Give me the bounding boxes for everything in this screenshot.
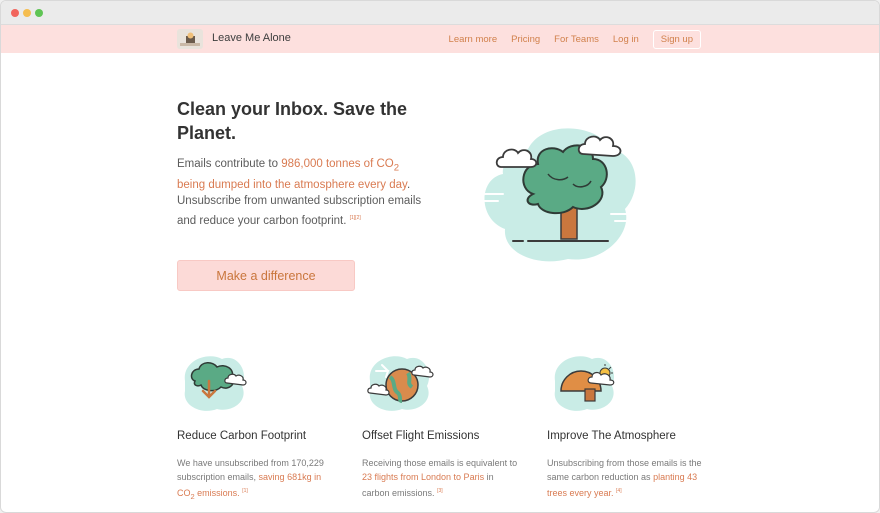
logo-icon[interactable]	[177, 29, 203, 49]
minimize-window-icon[interactable]	[23, 9, 31, 17]
feature-reduce-carbon: Reduce Carbon Footprint We have unsubscr…	[177, 351, 337, 504]
brand-name[interactable]: Leave Me Alone	[212, 32, 291, 44]
feature-citation[interactable]: [1]	[242, 488, 248, 494]
feature-description: Unsubscribing from those emails is the s…	[547, 458, 702, 498]
feature-title: Improve The Atmosphere	[547, 430, 676, 442]
feature-description: Receiving those emails is equivalent to …	[362, 458, 518, 498]
hero-title: Clean your Inbox. Save the Planet.	[177, 99, 408, 143]
browser-window: Leave Me Alone Learn more Pricing For Te…	[0, 0, 880, 513]
tree-clouds-illustration	[473, 119, 643, 269]
window-titlebar	[1, 1, 879, 25]
feature-citation[interactable]: [3]	[437, 488, 443, 494]
feature-title: Offset Flight Emissions	[362, 430, 480, 442]
signup-button[interactable]: Sign up	[652, 29, 701, 49]
nav-log-in[interactable]: Log in	[613, 34, 639, 45]
hero-description: Emails contribute to 986,000 tonnes of C…	[177, 156, 422, 229]
nav-for-teams[interactable]: For Teams	[554, 34, 599, 45]
feature-title: Reduce Carbon Footprint	[177, 430, 307, 442]
feature-flights-link[interactable]: 23 flights from London to Paris	[362, 472, 484, 482]
tree-download-icon	[177, 351, 252, 416]
nav-learn-more[interactable]: Learn more	[449, 34, 498, 45]
close-window-icon[interactable]	[11, 9, 19, 17]
make-a-difference-button[interactable]: Make a difference	[177, 260, 355, 291]
hero-text-prefix: Emails contribute to	[177, 158, 282, 170]
globe-plane-icon	[362, 351, 437, 416]
feature-citation[interactable]: [4]	[616, 488, 622, 494]
nav-pricing[interactable]: Pricing	[511, 34, 540, 45]
maximize-window-icon[interactable]	[35, 9, 43, 17]
weather-sun-icon	[547, 351, 622, 416]
feature-improve-atmosphere: Improve The Atmosphere Unsubscribing fro…	[547, 351, 707, 500]
feature-description: We have unsubscribed from 170,229 subscr…	[177, 458, 324, 501]
feature-offset-flights: Offset Flight Emissions Receiving those …	[362, 351, 522, 500]
hero-citation[interactable]: [1][2]	[350, 215, 361, 221]
nav-links: Learn more Pricing For Teams Log in Sign…	[435, 25, 701, 53]
site-navbar: Leave Me Alone Learn more Pricing For Te…	[1, 25, 879, 53]
